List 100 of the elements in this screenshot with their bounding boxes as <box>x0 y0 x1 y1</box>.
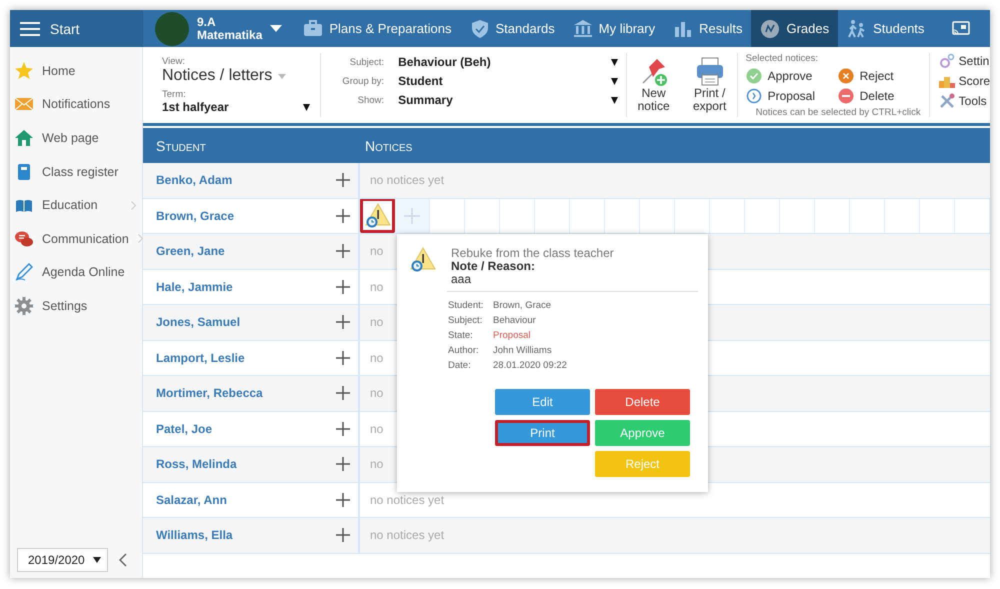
add-icon[interactable] <box>336 350 350 365</box>
add-icon[interactable] <box>336 457 350 472</box>
detail-value: John Williams <box>493 345 553 356</box>
building-icon <box>572 18 593 38</box>
nav-tab[interactable]: Results <box>664 10 752 47</box>
warning-clock-icon <box>409 247 437 272</box>
filter-select[interactable]: Student <box>398 74 618 88</box>
pen-icon <box>15 263 33 282</box>
empty-notices-text: no notices yet <box>370 173 444 188</box>
empty-notices-text: no <box>370 315 384 330</box>
empty-notices-text: no <box>370 422 384 436</box>
student-name[interactable]: Salazar, Ann <box>156 492 227 507</box>
nav-tab[interactable]: Grades <box>751 10 838 47</box>
detail-value: 28.01.2020 09:22 <box>493 360 568 371</box>
empty-notices-text: no <box>370 350 384 365</box>
caret-down-icon <box>610 96 618 104</box>
view-select[interactable]: Notices / letters <box>162 67 310 85</box>
nav-tab[interactable]: My library <box>564 10 664 47</box>
student-name[interactable]: Jones, Samuel <box>156 315 240 330</box>
add-icon[interactable] <box>336 280 350 294</box>
add-icon[interactable] <box>336 422 350 436</box>
detail-label: Subject: <box>448 315 484 326</box>
house-icon <box>15 128 33 147</box>
wrench-screwdriver-icon <box>938 93 955 109</box>
student-name[interactable]: Ross, Melinda <box>156 457 237 472</box>
term-select[interactable]: 1st halfyear <box>162 100 310 114</box>
nav-tab[interactable]: Standards <box>460 10 564 47</box>
nav-tab[interactable]: Plans & Preparations <box>294 10 460 47</box>
tool-link[interactable]: Tools <box>938 93 990 109</box>
column-header: Student <box>155 138 207 154</box>
sidebar-item[interactable]: Notifications <box>10 88 142 122</box>
filter-label: Subject: <box>348 56 384 68</box>
tool-link[interactable]: Score <box>938 73 990 89</box>
detail-label: Author: <box>448 345 480 356</box>
selected-notices-label: Selected notices: <box>746 53 819 64</box>
empty-notices-text: no <box>370 457 384 472</box>
caret-down-icon <box>270 25 282 32</box>
sidebar-item[interactable]: Web page <box>10 121 142 155</box>
sidebar-item[interactable]: Class register <box>10 154 142 188</box>
sidebar-item[interactable]: Education <box>10 188 142 222</box>
toolbar-button[interactable]: New notice <box>632 53 675 113</box>
caret-down-icon <box>93 557 101 563</box>
add-icon[interactable] <box>336 528 350 542</box>
filter-select[interactable]: Summary <box>398 93 618 107</box>
term-label: Term: <box>162 89 187 100</box>
sidebar-item[interactable]: Agenda Online <box>10 256 142 290</box>
student-name[interactable]: Brown, Grace <box>156 208 234 223</box>
add-icon[interactable] <box>336 244 350 258</box>
grades-icon <box>760 18 780 38</box>
detail-value: Brown, Grace <box>493 300 552 311</box>
selected-action-button[interactable]: Delete <box>838 88 921 104</box>
student-name[interactable]: Patel, Joe <box>156 422 212 436</box>
sidebar-item[interactable]: Home <box>10 54 142 88</box>
tool-link[interactable]: Settin <box>938 53 990 69</box>
selected-action-button[interactable]: Approve <box>746 68 838 84</box>
student-name[interactable]: Williams, Ella <box>156 528 233 542</box>
class-selector[interactable]: 9.A Matematika <box>143 10 294 47</box>
selection-hint: Notices can be selected by CTRL+click <box>756 107 921 118</box>
selected-action-button[interactable]: Reject <box>838 68 921 84</box>
student-name[interactable]: Benko, Adam <box>156 173 232 188</box>
empty-notices-text: no notices yet <box>370 528 444 542</box>
add-icon[interactable] <box>336 492 350 507</box>
start-menu-button[interactable]: Start <box>10 10 143 47</box>
add-icon[interactable] <box>336 208 350 223</box>
detail-value: Proposal <box>493 330 532 341</box>
printer-icon <box>694 57 725 87</box>
empty-notices-text: no <box>370 386 384 400</box>
note-text: aaa <box>451 273 472 286</box>
filter-label: Show: <box>356 94 384 106</box>
collapse-chevron-icon[interactable] <box>119 553 127 567</box>
column-header: Notices <box>364 138 412 154</box>
notice-title: Rebuke from the class teacher <box>451 247 614 260</box>
cast-screen-icon[interactable] <box>952 20 970 36</box>
add-icon[interactable] <box>336 315 350 330</box>
sidebar-item[interactable]: Settings <box>10 289 142 323</box>
briefcase-icon <box>303 18 324 38</box>
view-label: View: <box>162 56 186 67</box>
toolbar-button[interactable]: Print / export <box>688 53 731 113</box>
walking-people-icon <box>847 18 868 38</box>
student-name[interactable]: Green, Jane <box>156 244 225 258</box>
notebook-icon <box>15 162 33 181</box>
filter-select[interactable]: Behaviour (Beh) <box>398 55 618 69</box>
empty-notices-text: no <box>370 280 384 294</box>
selected-action-button[interactable]: Proposal <box>746 88 838 104</box>
student-name[interactable]: Lamport, Leslie <box>156 350 245 365</box>
nav-tab[interactable]: Students <box>838 10 934 47</box>
speech-bubbles-icon <box>15 230 33 248</box>
warning-clock-icon[interactable] <box>364 202 392 228</box>
minus-circle-icon <box>838 88 854 104</box>
menu-icon <box>20 20 40 36</box>
note-label: Note / Reason: <box>451 260 536 273</box>
sidebar-item[interactable]: Communication <box>10 222 142 256</box>
add-icon[interactable] <box>336 173 350 188</box>
popup-button[interactable]: Delete <box>595 389 690 415</box>
caret-down-icon <box>610 78 618 84</box>
year-select[interactable]: 2019/2020 <box>17 548 108 572</box>
student-name[interactable]: Hale, Jammie <box>156 280 233 294</box>
add-icon[interactable] <box>336 386 350 400</box>
student-name[interactable]: Mortimer, Rebecca <box>156 386 263 400</box>
detail-value: Behaviour <box>493 315 537 326</box>
